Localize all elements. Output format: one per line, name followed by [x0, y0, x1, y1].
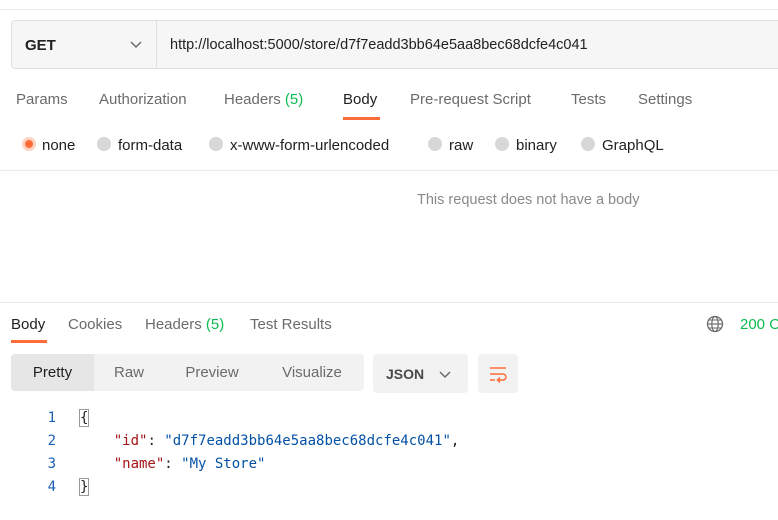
body-divider [0, 170, 778, 171]
tab-body[interactable]: Body [343, 91, 377, 108]
radio-urlencoded-label[interactable]: x-www-form-urlencoded [230, 137, 389, 154]
view-pretty-button[interactable]: Pretty [11, 354, 94, 391]
json-separator: : [164, 456, 182, 472]
response-divider[interactable] [0, 302, 778, 303]
method-label: GET [25, 37, 56, 54]
tab-headers-label: Headers [224, 91, 281, 108]
view-preview-button[interactable]: Preview [164, 354, 260, 391]
tab-params[interactable]: Params [16, 91, 68, 108]
code-text[interactable]: { [78, 409, 90, 427]
response-tab-headers-count: (5) [205, 316, 225, 333]
radio-binary-label[interactable]: binary [516, 137, 557, 154]
chevron-down-icon [439, 371, 451, 379]
url-input[interactable]: http://localhost:5000/store/d7f7eadd3bb6… [170, 37, 588, 53]
code-line: 3 "name": "My Store" [0, 456, 778, 479]
json-comma: , [450, 433, 460, 449]
wrap-lines-icon [490, 367, 507, 384]
view-raw-button[interactable]: Raw [94, 354, 164, 391]
chevron-down-icon [130, 41, 142, 49]
response-tab-headers-label: Headers [145, 316, 202, 333]
radio-form-data-label[interactable]: form-data [118, 137, 182, 154]
tab-headers-count: (5) [284, 91, 304, 108]
code-text[interactable]: "id": "d7f7eadd3bb64e5aa8bec68dcfe4c041"… [80, 433, 460, 449]
tab-settings[interactable]: Settings [638, 91, 692, 108]
json-key: "name" [113, 456, 165, 472]
line-number: 1 [47, 410, 56, 426]
code-text[interactable]: "name": "My Store" [80, 456, 266, 472]
radio-form-data[interactable] [97, 137, 111, 151]
json-brace-open: { [78, 409, 90, 427]
wrap-lines-button[interactable] [478, 354, 518, 393]
radio-raw-label[interactable]: raw [449, 137, 473, 154]
response-tab-body[interactable]: Body [11, 316, 45, 333]
active-tab-indicator [343, 117, 380, 120]
response-tab-test-results[interactable]: Test Results [250, 316, 332, 333]
radio-none-label[interactable]: none [42, 137, 75, 154]
empty-body-message: This request does not have a body [417, 192, 640, 208]
code-line: 4 } [0, 478, 778, 502]
json-separator: : [147, 433, 165, 449]
code-line: 2 "id": "d7f7eadd3bb64e5aa8bec68dcfe4c04… [0, 433, 778, 456]
method-select[interactable]: GET [12, 21, 157, 68]
tab-authorization[interactable]: Authorization [99, 91, 187, 108]
radio-graphql[interactable] [581, 137, 595, 151]
json-value: "d7f7eadd3bb64e5aa8bec68dcfe4c041" [164, 433, 451, 449]
view-mode-group: Pretty Raw Preview Visualize [11, 354, 364, 391]
line-number: 2 [47, 433, 56, 449]
status-badge[interactable]: 200 O [740, 316, 778, 333]
radio-raw[interactable] [428, 137, 442, 151]
response-active-tab-indicator [11, 340, 47, 343]
radio-urlencoded[interactable] [209, 137, 223, 151]
top-divider [0, 9, 778, 10]
code-line: 1 { [0, 409, 778, 433]
tab-pre-request-script[interactable]: Pre-request Script [410, 91, 531, 108]
globe-icon[interactable] [706, 315, 724, 333]
tab-headers[interactable]: Headers (5) [224, 91, 303, 108]
url-bar: GET http://localhost:5000/store/d7f7eadd… [11, 20, 778, 69]
tab-tests[interactable]: Tests [571, 91, 606, 108]
line-number: 3 [47, 456, 56, 472]
json-brace-close: } [78, 478, 90, 496]
json-value: "My Store" [181, 456, 266, 472]
response-tab-cookies[interactable]: Cookies [68, 316, 122, 333]
response-tab-headers[interactable]: Headers (5) [145, 316, 224, 333]
line-number: 4 [47, 479, 56, 495]
format-select[interactable]: JSON [373, 354, 468, 393]
radio-graphql-label[interactable]: GraphQL [602, 137, 664, 154]
json-key: "id" [113, 433, 148, 449]
format-label: JSON [386, 366, 425, 382]
view-visualize-button[interactable]: Visualize [260, 354, 364, 391]
radio-none[interactable] [22, 137, 36, 151]
radio-binary[interactable] [495, 137, 509, 151]
code-text[interactable]: } [78, 478, 90, 496]
